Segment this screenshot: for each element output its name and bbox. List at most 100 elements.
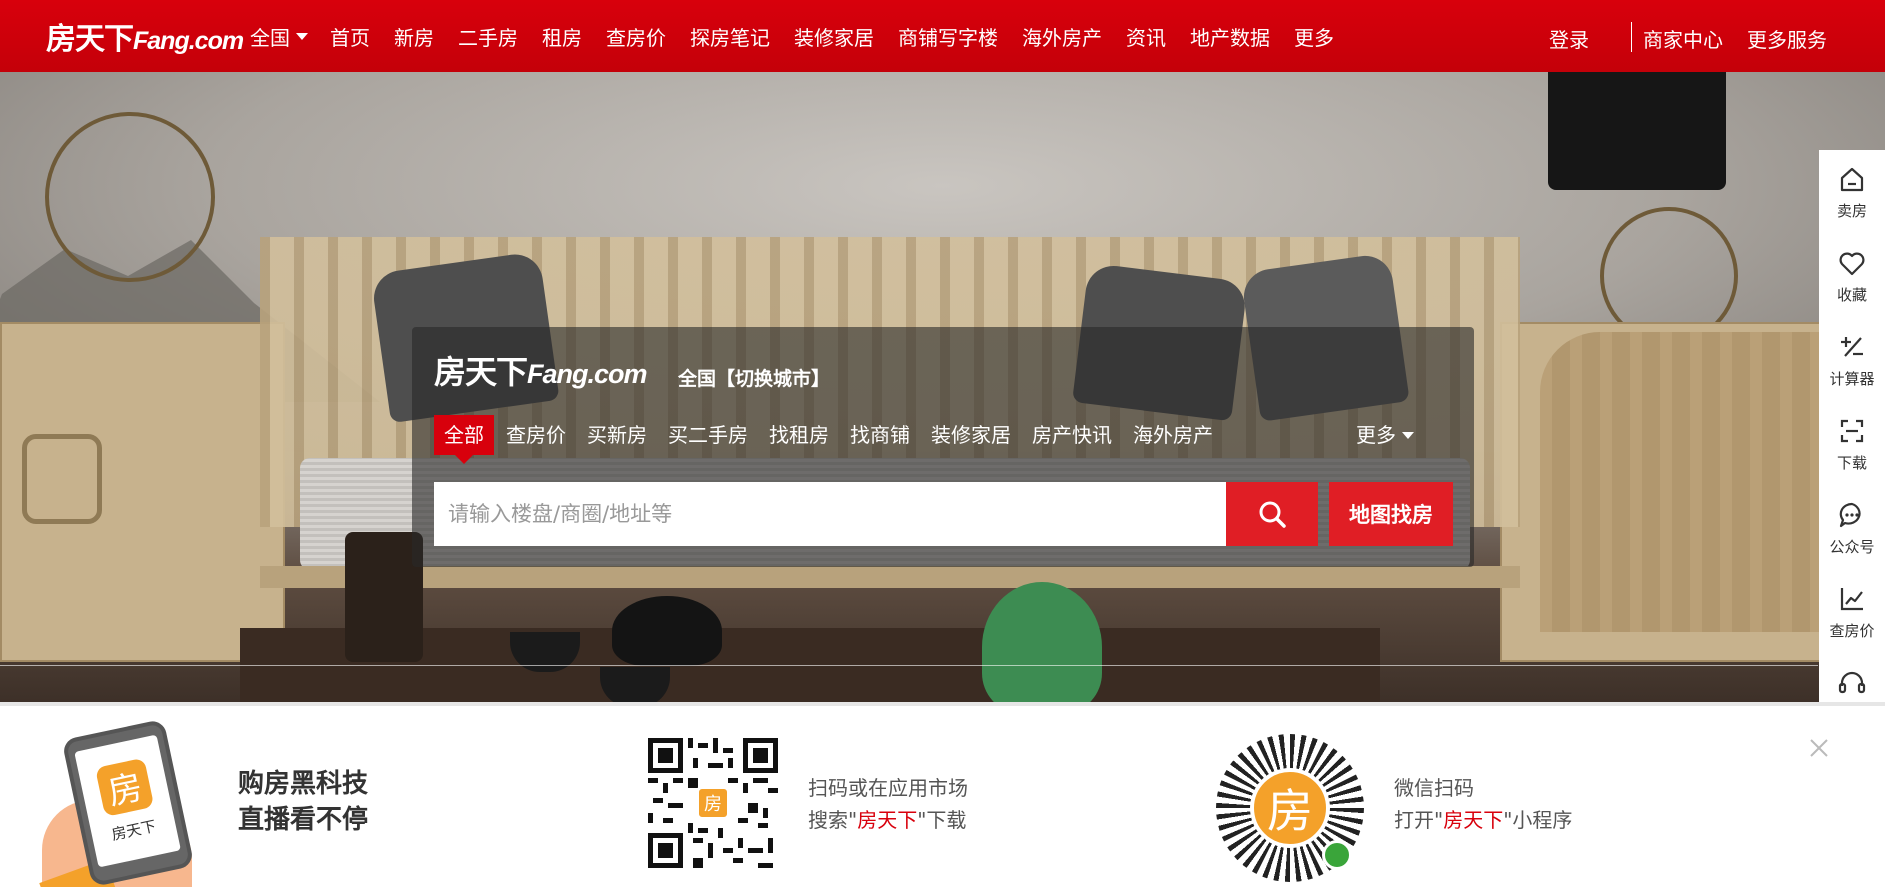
qr-line-1: 扫码或在应用市场 bbox=[808, 776, 968, 800]
qr-instructions: 扫码或在应用市场 搜索"房天下"下载 bbox=[808, 772, 968, 836]
tab-more-dropdown[interactable]: 更多 bbox=[1356, 415, 1414, 455]
tab-news[interactable]: 房产快讯 bbox=[1032, 415, 1112, 455]
sidebar-item-label: 公众号 bbox=[1829, 537, 1875, 556]
tab-shops[interactable]: 找商铺 bbox=[850, 415, 910, 455]
app-qr-code bbox=[648, 738, 778, 868]
hero-green-vase bbox=[982, 582, 1102, 702]
heart-icon bbox=[1839, 252, 1865, 275]
city-selector[interactable]: 全国 bbox=[250, 22, 308, 51]
mini-line-2-prefix: 打开" bbox=[1394, 808, 1444, 832]
search-button[interactable] bbox=[1226, 482, 1318, 546]
logo-english-text: Fang.com bbox=[133, 27, 244, 55]
panel-logo-chinese: 房天下 bbox=[434, 353, 528, 391]
tab-price-check[interactable]: 查房价 bbox=[506, 415, 566, 455]
mini-program-instructions: 微信扫码 打开"房天下"小程序 bbox=[1394, 772, 1572, 836]
tab-decoration[interactable]: 装修家居 bbox=[931, 415, 1011, 455]
nav-item-decoration[interactable]: 装修家居 bbox=[794, 22, 874, 51]
hero-banner: 房天下 Fang.com 全国【切换城市】 全部 查房价 买新房 买二手房 找租… bbox=[0, 72, 1885, 702]
mini-program-logo: 房 bbox=[1250, 768, 1330, 848]
phone-illustration: 房 房天下 bbox=[39, 718, 202, 887]
mini-program-code: 房 bbox=[1216, 734, 1364, 882]
nav-item-resale[interactable]: 二手房 bbox=[458, 22, 518, 51]
mini-line-2-suffix: "小程序 bbox=[1503, 808, 1573, 832]
top-navigation-bar: 房天下 Fang.com 全国 首页 新房 二手房 租房 查房价 探房笔记 装修… bbox=[0, 0, 1885, 72]
nav-item-price-check[interactable]: 查房价 bbox=[606, 22, 666, 51]
sidebar-item-official-account[interactable]: 公众号 bbox=[1819, 486, 1885, 570]
mini-line-1: 微信扫码 bbox=[1394, 776, 1474, 800]
sidebar-item-label: 卖房 bbox=[1836, 201, 1867, 220]
tab-overseas[interactable]: 海外房产 bbox=[1133, 415, 1213, 455]
more-services-link[interactable]: 更多服务 bbox=[1747, 24, 1827, 53]
chevron-down-icon bbox=[1402, 431, 1414, 439]
headset-icon bbox=[1838, 671, 1866, 693]
close-icon[interactable] bbox=[1807, 736, 1831, 760]
panel-logo-english: Fang.com bbox=[527, 359, 648, 389]
chart-icon bbox=[1840, 587, 1863, 610]
logo-chinese-text: 房天下 bbox=[46, 22, 134, 57]
slogan-line-1: 购房黑科技 bbox=[238, 769, 369, 799]
scan-icon bbox=[1840, 419, 1864, 442]
hero-divider-line bbox=[0, 665, 1818, 666]
wechat-mini-program-icon bbox=[1322, 840, 1352, 870]
merchant-center-link[interactable]: 商家中心 bbox=[1643, 24, 1723, 53]
main-nav: 全国 首页 新房 二手房 租房 查房价 探房笔记 装修家居 商铺写字楼 海外房产… bbox=[250, 0, 1334, 72]
nav-item-home[interactable]: 首页 bbox=[330, 22, 370, 51]
hero-ring-ornament-left bbox=[45, 112, 215, 282]
qr-line-2-prefix: 搜索" bbox=[808, 808, 858, 832]
hero-sofa-rail bbox=[260, 566, 1520, 588]
right-sidebar: 卖房 收藏 计算器 下载 公众号 查房价 客服 bbox=[1819, 150, 1885, 702]
hero-cabinet-left bbox=[0, 322, 285, 662]
sidebar-item-price-check[interactable]: 查房价 bbox=[1819, 570, 1885, 654]
tab-all[interactable]: 全部 bbox=[434, 415, 494, 464]
sidebar-item-support[interactable]: 客服 bbox=[1819, 654, 1885, 702]
nav-item-news[interactable]: 资讯 bbox=[1126, 22, 1166, 51]
calculator-icon bbox=[1841, 336, 1863, 357]
header-divider bbox=[1631, 22, 1632, 52]
nav-item-data[interactable]: 地产数据 bbox=[1190, 22, 1270, 51]
banner-slogan: 购房黑科技 直播看不停 bbox=[238, 766, 368, 838]
sidebar-item-sell[interactable]: 卖房 bbox=[1819, 150, 1885, 234]
sidebar-item-calculator[interactable]: 计算器 bbox=[1819, 318, 1885, 402]
search-icon bbox=[1259, 501, 1286, 528]
search-tabs: 全部 查房价 买新房 买二手房 找租房 找商铺 装修家居 房产快讯 海外房产 bbox=[434, 415, 1234, 464]
chat-icon bbox=[1839, 502, 1861, 527]
sidebar-item-label: 下载 bbox=[1836, 453, 1867, 472]
sidebar-item-label: 计算器 bbox=[1829, 369, 1875, 388]
search-panel: 房天下 Fang.com 全国【切换城市】 全部 查房价 买新房 买二手房 找租… bbox=[412, 327, 1474, 567]
nav-item-new-homes[interactable]: 新房 bbox=[394, 22, 434, 51]
sidebar-item-label: 收藏 bbox=[1836, 285, 1867, 304]
search-input[interactable] bbox=[434, 482, 1226, 546]
slogan-line-2: 直播看不停 bbox=[238, 805, 369, 835]
sidebar-item-favorites[interactable]: 收藏 bbox=[1819, 234, 1885, 318]
tab-buy-new[interactable]: 买新房 bbox=[587, 415, 647, 455]
home-icon bbox=[1840, 167, 1864, 191]
tab-buy-resale[interactable]: 买二手房 bbox=[668, 415, 748, 455]
app-download-banner: 房 房天下 购房黑科技 直播看不停 房 扫码或在应用市场 搜索"房天下"下载 房 bbox=[0, 702, 1885, 887]
city-label: 全国 bbox=[250, 25, 290, 50]
phone-caption: 房天下 bbox=[109, 816, 158, 844]
sidebar-item-label: 查房价 bbox=[1829, 621, 1875, 640]
search-panel-logo: 房天下 Fang.com bbox=[434, 347, 648, 393]
sidebar-item-download[interactable]: 下载 bbox=[1819, 402, 1885, 486]
nav-item-rental[interactable]: 租房 bbox=[542, 22, 582, 51]
app-icon: 房 bbox=[94, 757, 155, 817]
switch-city-link[interactable]: 全国【切换城市】 bbox=[678, 364, 830, 391]
map-search-button[interactable]: 地图找房 bbox=[1329, 482, 1453, 546]
login-link[interactable]: 登录 bbox=[1549, 24, 1589, 53]
qr-line-2-suffix: "下载 bbox=[917, 808, 967, 832]
hero-teapot bbox=[612, 596, 722, 666]
nav-item-commercial[interactable]: 商铺写字楼 bbox=[898, 22, 998, 51]
mini-line-2-highlight: 房天下 bbox=[1443, 808, 1504, 832]
fang-logo[interactable]: 房天下 Fang.com bbox=[46, 14, 244, 57]
hero-teacup-2 bbox=[600, 667, 670, 702]
tab-rental[interactable]: 找租房 bbox=[769, 415, 829, 455]
chevron-down-icon bbox=[296, 32, 308, 40]
mini-line-2: 打开"房天下"小程序 bbox=[1394, 804, 1572, 836]
nav-item-more[interactable]: 更多 bbox=[1294, 22, 1334, 51]
nav-item-notes[interactable]: 探房笔记 bbox=[690, 22, 770, 51]
hero-lamp-shade bbox=[1548, 72, 1726, 190]
qr-line-2-highlight: 房天下 bbox=[857, 808, 918, 832]
tab-more-label: 更多 bbox=[1356, 423, 1396, 447]
qr-line-2: 搜索"房天下"下载 bbox=[808, 804, 968, 836]
nav-item-overseas[interactable]: 海外房产 bbox=[1022, 22, 1102, 51]
